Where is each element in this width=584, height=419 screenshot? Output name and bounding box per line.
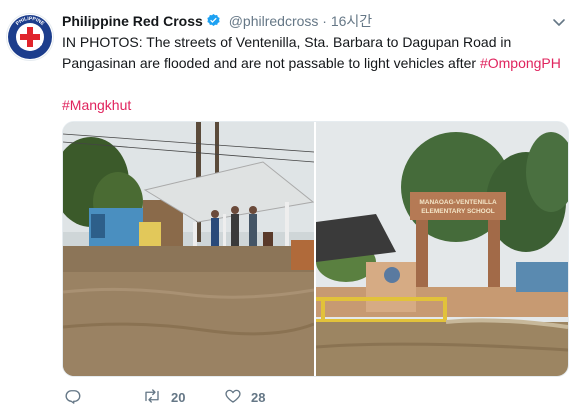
tweet-text: IN PHOTOS: The streets of Ventenilla, St… (62, 32, 567, 116)
tweet-line-2-text: Pangasinan are flooded and are not passa… (62, 55, 480, 71)
reply-button[interactable] (64, 386, 82, 408)
retweet-count: 20 (171, 389, 186, 405)
reply-icon (64, 387, 82, 408)
tweet-card[interactable]: PHILIPPINE RED CROSS Philippine Red Cros… (0, 0, 584, 419)
tweet-line-1: IN PHOTOS: The streets of Ventenilla, St… (62, 34, 512, 50)
heart-icon (224, 387, 242, 408)
chevron-down-icon[interactable] (551, 14, 567, 30)
tweet-actions: 20 28 (62, 386, 362, 408)
photo-flooded-street[interactable] (63, 122, 314, 376)
avatar[interactable]: PHILIPPINE RED CROSS (6, 13, 54, 61)
author-handle[interactable]: @philredcross (229, 13, 319, 29)
retweet-icon (142, 387, 162, 408)
retweet-button[interactable]: 20 (142, 386, 185, 408)
tweet-line-2: Pangasinan are flooded and are not passa… (62, 53, 567, 74)
timestamp[interactable]: 16시간 (331, 13, 372, 29)
hashtag-ompongph[interactable]: #OmpongPH (480, 55, 561, 71)
author-name[interactable]: Philippine Red Cross (62, 13, 203, 29)
verified-badge-icon (206, 13, 221, 31)
tweet-header: Philippine Red Cross @philredcross · 16시… (62, 11, 372, 31)
like-count: 28 (251, 389, 266, 405)
media-grid[interactable]: MANAOAG-VENTENILLA ELEMENTARY SCHOOL (62, 121, 569, 377)
svg-text:ELEMENTARY SCHOOL: ELEMENTARY SCHOOL (421, 208, 495, 215)
hashtag-mangkhut[interactable]: #Mangkhut (62, 97, 131, 113)
tweet-line-4: #Mangkhut (62, 95, 567, 116)
photo-school-gate[interactable]: MANAOAG-VENTENILLA ELEMENTARY SCHOOL (316, 122, 568, 376)
red-cross-logo: PHILIPPINE RED CROSS (8, 15, 52, 59)
separator-dot: · (322, 13, 327, 29)
school-sign-text: MANAOAG-VENTENILLA (419, 199, 497, 206)
like-button[interactable]: 28 (224, 386, 265, 408)
